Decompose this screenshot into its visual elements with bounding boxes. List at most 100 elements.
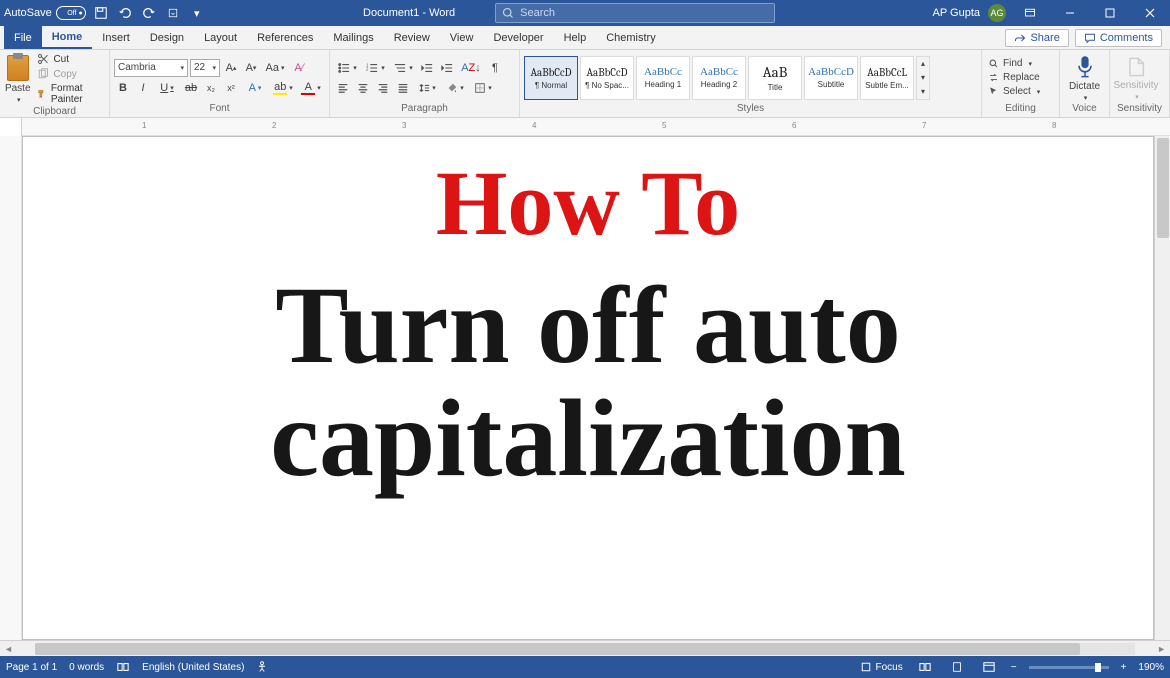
paste-button[interactable]: Paste ▾ (4, 55, 31, 104)
highlight-button[interactable]: ab▾ (270, 79, 296, 97)
italic-button[interactable]: I (134, 79, 152, 97)
show-marks-button[interactable]: ¶ (486, 59, 504, 77)
styles-group-label: Styles (524, 103, 977, 115)
status-spellcheck[interactable] (116, 661, 130, 673)
tab-view[interactable]: View (440, 26, 484, 49)
zoom-out-button[interactable]: − (1011, 662, 1017, 673)
user-name[interactable]: AP Gupta (933, 7, 981, 19)
select-button[interactable]: Select▾ (986, 85, 1042, 98)
maximize-icon[interactable] (1094, 0, 1126, 26)
line-spacing-button[interactable]: ▾ (414, 79, 440, 97)
font-group-label: Font (114, 103, 325, 115)
style-heading-2[interactable]: AaBbCcHeading 2 (692, 56, 746, 100)
borders-button[interactable]: ▾ (470, 79, 496, 97)
grow-font-button[interactable]: A▴ (222, 59, 240, 77)
sensitivity-button[interactable]: Sensitivity ▾ (1114, 54, 1158, 101)
text-effects-button[interactable]: A▾ (242, 79, 268, 97)
ribbon-tabs: File Home Insert Design Layout Reference… (0, 26, 1170, 50)
align-left-button[interactable] (334, 79, 352, 97)
tab-review[interactable]: Review (384, 26, 440, 49)
sort-button[interactable]: AZ↓ (458, 59, 484, 77)
vertical-scrollbar[interactable] (1154, 136, 1170, 640)
qat-dropdown-icon[interactable]: ▾ (188, 4, 206, 22)
copy-button[interactable]: Copy (35, 67, 105, 81)
superscript-button[interactable]: x² (222, 79, 240, 97)
status-words[interactable]: 0 words (69, 662, 104, 673)
font-name-combo[interactable]: Cambria▾ (114, 59, 188, 77)
change-case-button[interactable]: Aa▾ (262, 59, 288, 77)
clear-formatting-button[interactable]: A⁄ (290, 59, 308, 77)
copy-label: Copy (53, 69, 76, 80)
tab-layout[interactable]: Layout (194, 26, 247, 49)
document-title: Document1 - Word (363, 7, 455, 19)
shading-button[interactable]: ▾ (442, 79, 468, 97)
zoom-slider[interactable] (1029, 666, 1109, 669)
tab-developer[interactable]: Developer (483, 26, 553, 49)
strikethrough-button[interactable]: ab (182, 79, 200, 97)
justify-button[interactable] (394, 79, 412, 97)
vertical-ruler[interactable] (0, 136, 22, 640)
increase-indent-button[interactable] (438, 59, 456, 77)
user-avatar[interactable]: AG (988, 4, 1006, 22)
style-title[interactable]: AaBTitle (748, 56, 802, 100)
horizontal-scrollbar[interactable]: ◄ ► (0, 640, 1170, 656)
numbering-button[interactable]: 12▾ (362, 59, 388, 77)
format-painter-button[interactable]: Format Painter (35, 82, 105, 106)
align-center-button[interactable] (354, 79, 372, 97)
font-color-button[interactable]: A▾ (298, 79, 324, 97)
tab-chemistry[interactable]: Chemistry (596, 26, 666, 49)
cut-button[interactable]: Cut (35, 52, 105, 66)
paste-label: Paste (5, 83, 31, 94)
status-page[interactable]: Page 1 of 1 (6, 662, 57, 673)
status-accessibility[interactable] (256, 661, 268, 673)
style--normal[interactable]: AaBbCcD¶ Normal (524, 56, 578, 100)
autosave-switch[interactable]: Off ● (56, 6, 86, 20)
share-button[interactable]: Share (1005, 29, 1068, 47)
bullets-button[interactable]: ▾ (334, 59, 360, 77)
tab-home[interactable]: Home (42, 26, 93, 49)
replace-label: Replace (1003, 72, 1040, 83)
style-subtle-em-[interactable]: AaBbCcLSubtle Em... (860, 56, 914, 100)
ribbon-display-icon[interactable] (1014, 0, 1046, 26)
save-icon[interactable] (92, 4, 110, 22)
horizontal-ruler[interactable]: 1 2 3 4 5 6 7 8 (22, 118, 1170, 136)
tab-file[interactable]: File (4, 26, 42, 49)
document-page[interactable]: How To Turn off auto capitalization (22, 136, 1154, 640)
styles-more-button[interactable]: ▴▾▾ (916, 56, 930, 100)
decrease-indent-button[interactable] (418, 59, 436, 77)
subscript-button[interactable]: x₂ (202, 79, 220, 97)
comments-button[interactable]: Comments (1075, 29, 1162, 47)
style-heading-1[interactable]: AaBbCcHeading 1 (636, 56, 690, 100)
zoom-level[interactable]: 190% (1138, 662, 1164, 673)
multilevel-list-button[interactable]: ▾ (390, 59, 416, 77)
focus-mode-button[interactable]: Focus (860, 661, 903, 673)
tab-mailings[interactable]: Mailings (323, 26, 383, 49)
replace-button[interactable]: Replace (986, 71, 1042, 84)
style-subtitle[interactable]: AaBbCcDSubtitle (804, 56, 858, 100)
zoom-in-button[interactable]: + (1121, 662, 1127, 673)
shrink-font-button[interactable]: A▾ (242, 59, 260, 77)
close-icon[interactable] (1134, 0, 1166, 26)
dictate-button[interactable]: Dictate ▾ (1064, 53, 1105, 102)
find-button[interactable]: Find▾ (986, 57, 1042, 70)
qat-more-icon[interactable] (164, 4, 182, 22)
tab-design[interactable]: Design (140, 26, 194, 49)
undo-icon[interactable] (116, 4, 134, 22)
read-mode-button[interactable] (915, 659, 935, 675)
search-box[interactable]: Search (495, 3, 775, 23)
bold-button[interactable]: B (114, 79, 132, 97)
minimize-icon[interactable] (1054, 0, 1086, 26)
tab-references[interactable]: References (247, 26, 323, 49)
web-layout-button[interactable] (979, 659, 999, 675)
autosave-toggle[interactable]: AutoSave Off ● (4, 6, 86, 20)
print-layout-button[interactable] (947, 659, 967, 675)
align-right-button[interactable] (374, 79, 392, 97)
underline-button[interactable]: U▾ (154, 79, 180, 97)
tab-help[interactable]: Help (554, 26, 597, 49)
redo-icon[interactable] (140, 4, 158, 22)
style--no-spac-[interactable]: AaBbCcD¶ No Spac... (580, 56, 634, 100)
font-size-combo[interactable]: 22▾ (190, 59, 220, 77)
paragraph-group-label: Paragraph (334, 103, 515, 115)
status-language[interactable]: English (United States) (142, 662, 244, 673)
tab-insert[interactable]: Insert (92, 26, 140, 49)
